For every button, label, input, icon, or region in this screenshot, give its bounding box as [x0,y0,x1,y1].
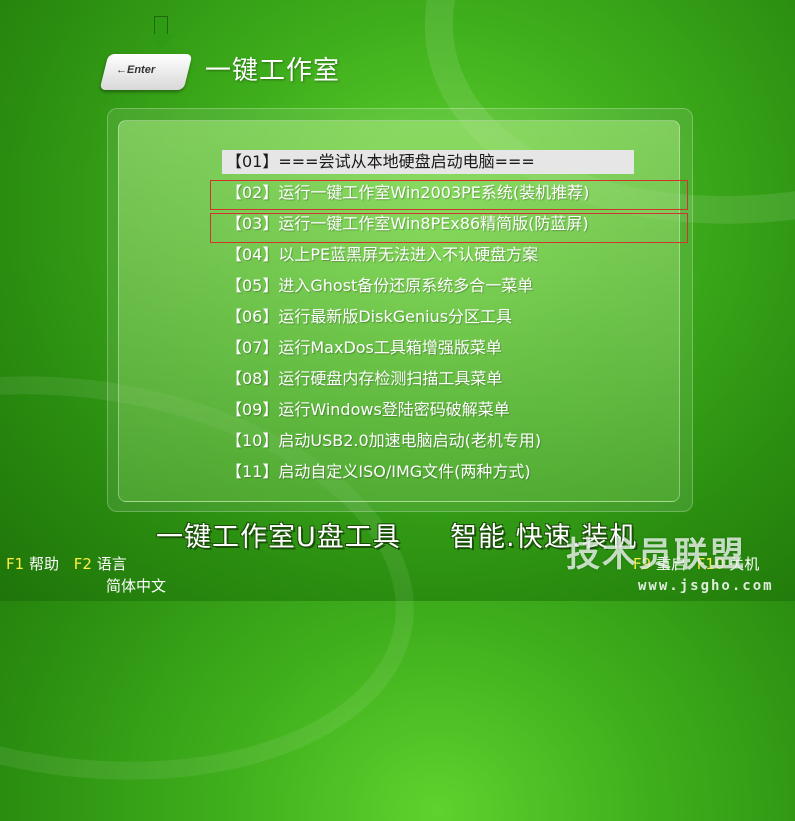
enter-key-logo: ←Enter [99,14,193,94]
menu-item-10[interactable]: 【10】启动USB2.0加速电脑启动(老机专用) [218,429,634,460]
menu-item-11[interactable]: 【11】启动自定义ISO/IMG文件(两种方式) [218,460,634,491]
app-title: 一键工作室 [205,56,341,86]
current-language: 简体中文 [106,577,167,595]
f2-key[interactable]: F2 [74,555,92,573]
highlight-box [210,180,688,210]
slogan-left: 一键工作室U盘工具 [156,522,401,553]
f1-key[interactable]: F1 [6,555,24,573]
language-label[interactable]: 语言 [97,555,127,573]
watermark-text: 技术员联盟 [566,535,746,575]
menu-item-04[interactable]: 【04】以上PE蓝黑屏无法进入不认硬盘方案 [218,243,634,274]
menu-item-09[interactable]: 【09】运行Windows登陆密码破解菜单 [218,398,634,429]
menu-item-05[interactable]: 【05】进入Ghost备份还原系统多合一菜单 [218,274,634,305]
menu-item-06[interactable]: 【06】运行最新版DiskGenius分区工具 [218,305,634,336]
watermark-url: www.jsgho.com [638,578,774,594]
function-keys-left: F1 帮助 F2 语言 [6,553,137,574]
enter-key-label: ←Enter [116,64,156,76]
menu-item-07[interactable]: 【07】运行MaxDos工具箱增强版菜单 [218,336,634,367]
menu-item-01[interactable]: 【01】===尝试从本地硬盘启动电脑=== [218,150,634,181]
highlight-box [210,213,688,243]
help-label[interactable]: 帮助 [29,555,59,573]
menu-item-08[interactable]: 【08】运行硬盘内存检测扫描工具菜单 [218,367,634,398]
